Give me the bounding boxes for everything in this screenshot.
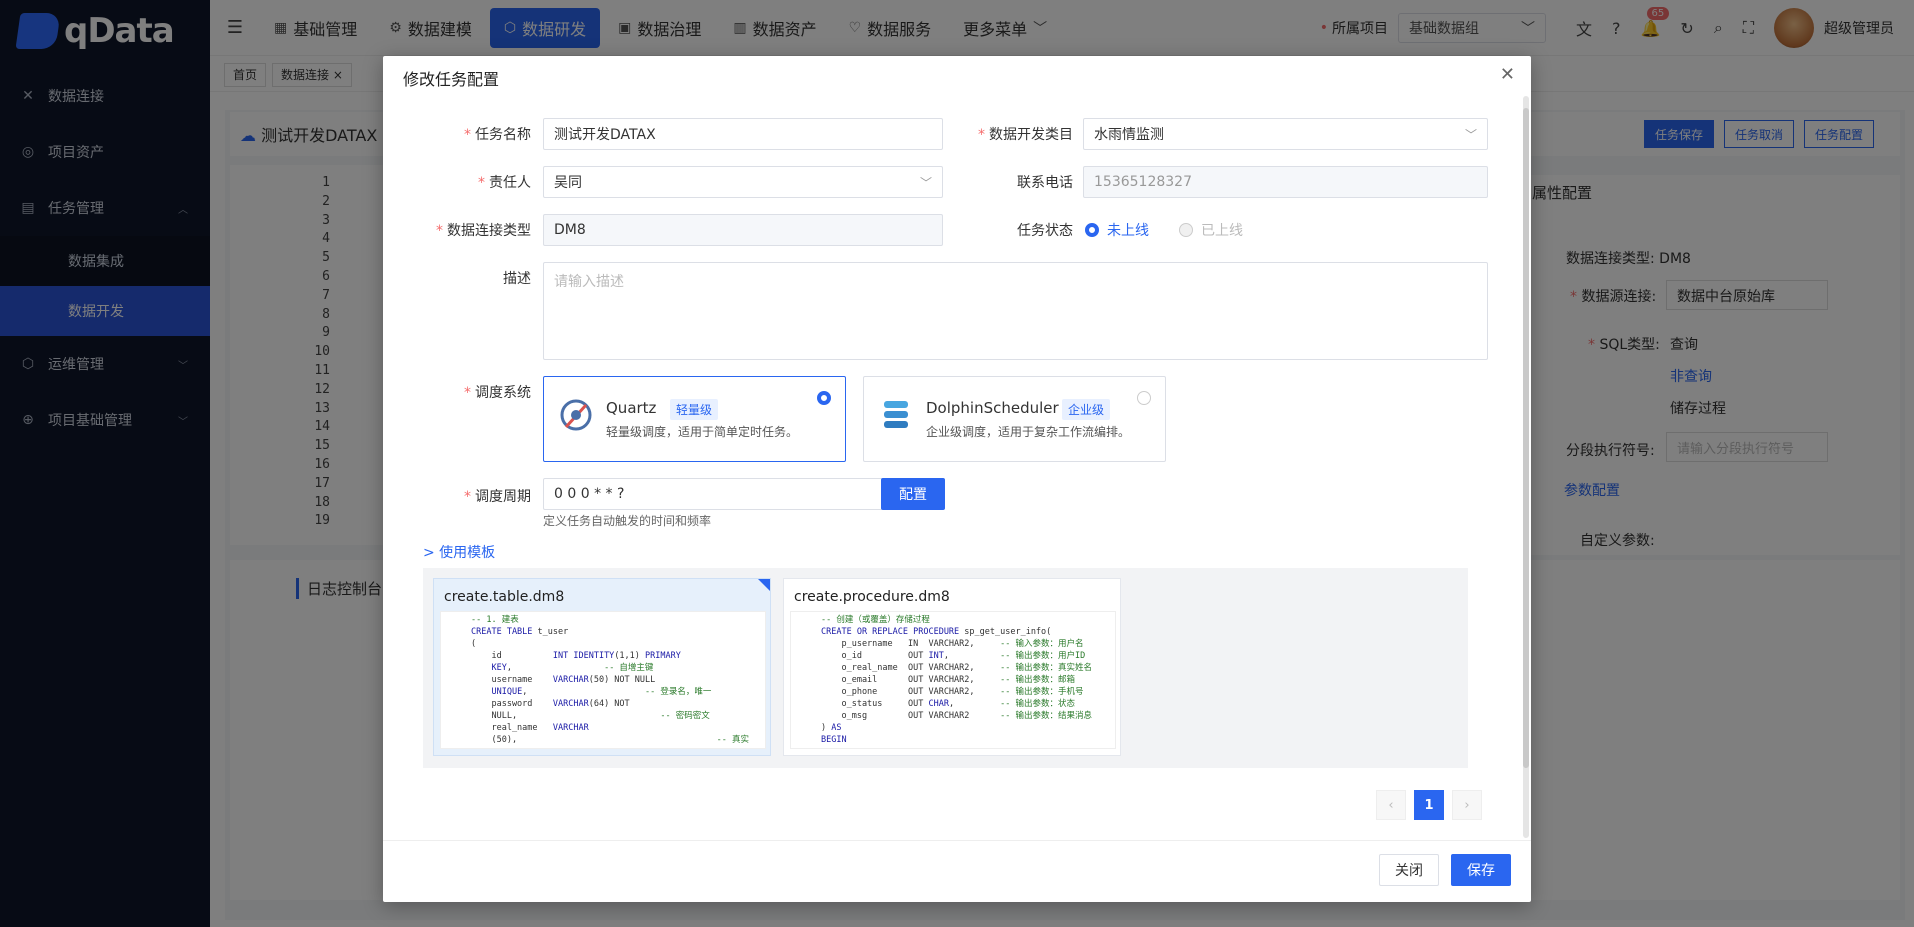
selected-corner-icon	[758, 579, 770, 591]
save-button[interactable]: 保存	[1451, 854, 1511, 886]
conn-type-value: DM8	[554, 222, 586, 238]
modal-footer: 关闭 保存	[383, 840, 1531, 902]
radio-dot	[1137, 391, 1151, 405]
conn-type-input: DM8	[543, 214, 943, 246]
required-mark: *	[478, 175, 485, 191]
owner-value: 吴同	[554, 175, 582, 191]
status-radio-label: 未上线	[1107, 223, 1149, 239]
status-radio-label: 已上线	[1201, 223, 1243, 239]
scheduler-card-quartz[interactable]: Quartz 轻量级 轻量级调度，适用于简单定时任务。	[543, 376, 846, 462]
chevron-down-icon: ﹀	[919, 175, 932, 190]
status-radio-offline[interactable]: 未上线	[1085, 220, 1149, 240]
status-label: 任务状态	[1017, 220, 1073, 240]
category-label: * 数据开发类目	[978, 124, 1073, 144]
required-mark: *	[436, 223, 443, 239]
scheduler-level-badge: 轻量级	[670, 399, 719, 420]
desc-label: 描述	[503, 268, 531, 288]
category-value: 水雨情监测	[1094, 127, 1164, 143]
category-label-text: 数据开发类目	[989, 127, 1073, 143]
task-name-value: 测试开发DATAX	[554, 127, 656, 143]
scheduler-name: Quartz	[606, 399, 657, 417]
template-card-create-procedure[interactable]: create.procedure.dm8 -- 创建（或覆盖）存储过程 CREA…	[783, 578, 1121, 756]
cron-label: * 调度周期	[464, 486, 531, 506]
phone-label-text: 联系电话	[1017, 175, 1073, 191]
scheduler-label: * 调度系统	[464, 382, 531, 402]
scheduler-level-badge: 企业级	[1062, 399, 1111, 420]
conn-type-label-text: 数据连接类型	[447, 223, 531, 239]
task-name-label-text: 任务名称	[475, 127, 531, 143]
category-select[interactable]: 水雨情监测 ﹀	[1083, 118, 1488, 150]
phone-value: 15365128327	[1094, 174, 1192, 190]
template-preview: -- 1. 建表 CREATE TABLE t_user ( id INT ID…	[440, 611, 766, 749]
close-icon[interactable]: ✕	[1500, 64, 1515, 85]
owner-select[interactable]: 吴同 ﹀	[543, 166, 943, 198]
conn-type-label: * 数据连接类型	[436, 220, 531, 240]
pager-page-1[interactable]: 1	[1414, 790, 1444, 820]
template-name: create.table.dm8	[444, 589, 565, 605]
status-radio-online: 已上线	[1179, 220, 1243, 240]
pager-next-button[interactable]: ›	[1452, 790, 1482, 820]
required-mark: *	[464, 489, 471, 505]
scheduler-desc: 企业级调度，适用于复杂工作流编排。	[926, 425, 1131, 439]
scheduler-card-dolphinscheduler[interactable]: DolphinScheduler 企业级 企业级调度，适用于复杂工作流编排。	[863, 376, 1166, 462]
desc-placeholder: 请输入描述	[554, 274, 624, 290]
status-label-text: 任务状态	[1017, 223, 1073, 239]
task-name-input[interactable]: 测试开发DATAX	[543, 118, 943, 150]
cron-config-button[interactable]: 配置	[881, 478, 945, 510]
modal-scrollbar[interactable]	[1523, 96, 1529, 838]
scheduler-name: DolphinScheduler	[926, 399, 1059, 417]
radio-dot	[1179, 223, 1193, 237]
scheduler-label-text: 调度系统	[475, 385, 531, 401]
pager-prev-button[interactable]: ‹	[1376, 790, 1406, 820]
task-name-label: * 任务名称	[464, 124, 531, 144]
desc-textarea[interactable]: 请输入描述	[543, 262, 1488, 360]
phone-label: 联系电话	[1017, 172, 1073, 192]
phone-input: 15365128327	[1083, 166, 1488, 198]
radio-dot	[817, 391, 831, 405]
close-button[interactable]: 关闭	[1379, 854, 1439, 886]
template-preview: -- 创建（或覆盖）存储过程 CREATE OR REPLACE PROCEDU…	[790, 611, 1116, 749]
desc-label-text: 描述	[503, 271, 531, 287]
cron-label-text: 调度周期	[475, 489, 531, 505]
quartz-icon	[560, 399, 592, 431]
cron-hint: 定义任务自动触发的时间和频率	[543, 514, 712, 528]
owner-label: * 责任人	[478, 172, 531, 192]
owner-label-text: 责任人	[489, 175, 531, 191]
dolphinscheduler-icon	[884, 401, 908, 428]
cron-input[interactable]: 0 0 0 * * ?	[543, 478, 883, 510]
modal-title: 修改任务配置	[403, 70, 500, 89]
radio-dot	[1085, 223, 1099, 237]
required-mark: *	[978, 127, 985, 143]
template-area: create.table.dm8 -- 1. 建表 CREATE TABLE t…	[423, 568, 1468, 768]
scrollbar-thumb[interactable]	[1523, 108, 1529, 768]
required-mark: *	[464, 385, 471, 401]
cron-value: 0 0 0 * * ?	[554, 486, 625, 502]
template-name: create.procedure.dm8	[794, 589, 950, 605]
chevron-down-icon: ﹀	[1464, 127, 1477, 142]
scheduler-desc: 轻量级调度，适用于简单定时任务。	[606, 425, 799, 439]
template-card-create-table[interactable]: create.table.dm8 -- 1. 建表 CREATE TABLE t…	[433, 578, 771, 756]
required-mark: *	[464, 127, 471, 143]
edit-task-modal: 修改任务配置 ✕ * 任务名称 测试开发DATAX * 数据开发类目 水雨情监测 ﹀ …	[383, 56, 1531, 902]
template-pagination: ‹ 1 ›	[1368, 790, 1482, 820]
use-template-link[interactable]: > 使用模板	[423, 542, 495, 562]
